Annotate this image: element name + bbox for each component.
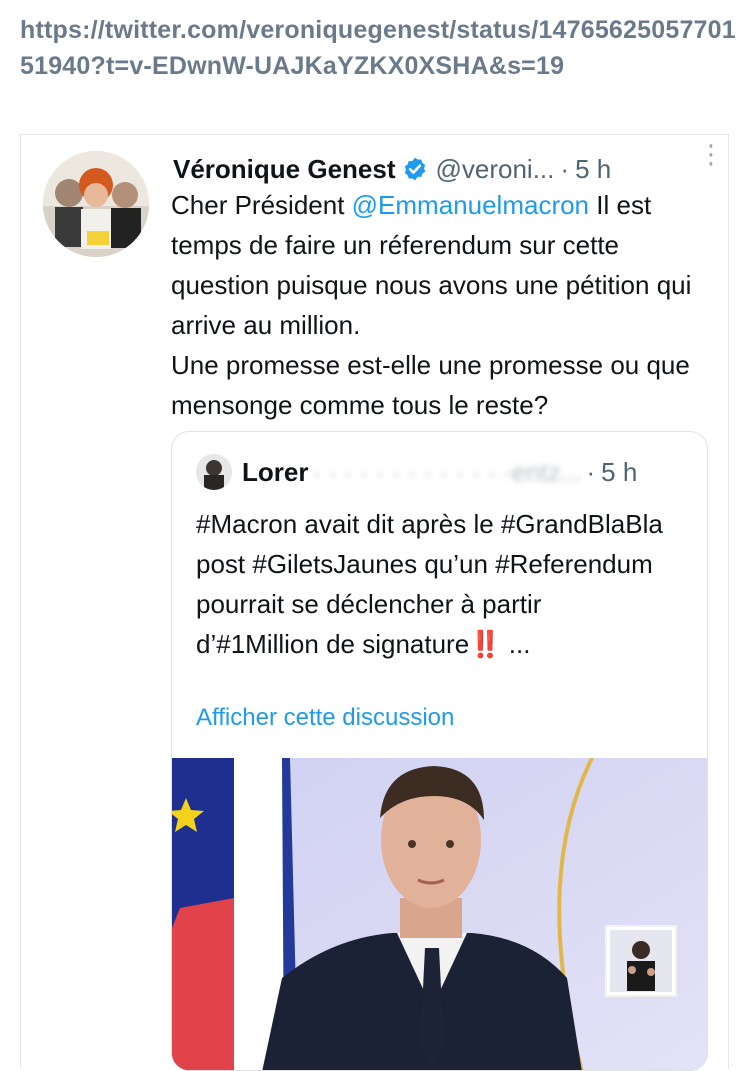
tweet-text: Cher Président @Emmanuelmacron Il est te…: [171, 185, 716, 425]
quoted-tweet-text: #Macron avait dit après le #GrandBlaBla …: [196, 509, 663, 659]
more-vertical-icon[interactable]: ⋮: [698, 141, 724, 167]
mention-link[interactable]: @Emmanuelmacron: [352, 190, 589, 220]
quoted-tweet-header: Lorer · · · · · · · · · · · · ·entz... ·…: [196, 452, 696, 492]
quoted-separator-dot: ·: [586, 456, 596, 487]
tweet-text-part3: Une promesse est-elle une promesse ou qu…: [171, 350, 690, 420]
author-handle[interactable]: @veroni...: [436, 154, 555, 185]
author-avatar[interactable]: [43, 151, 149, 257]
tweet-card[interactable]: Véronique Genest @veroni... · 5 h ⋮ Cher…: [20, 134, 729, 1071]
quoted-author-avatar[interactable]: [196, 454, 232, 490]
show-thread-link[interactable]: Afficher cette discussion: [196, 704, 454, 732]
quoted-tweet[interactable]: Lorer · · · · · · · · · · · · ·entz... ·…: [171, 431, 708, 1071]
video-thumbnail[interactable]: [172, 758, 707, 1070]
quoted-author-name[interactable]: Lorer: [242, 457, 308, 488]
tweet-text-part1: Cher Président: [171, 190, 352, 220]
author-name[interactable]: Véronique Genest: [173, 154, 396, 185]
tweet-time[interactable]: 5 h: [575, 154, 611, 185]
tweet-header: Véronique Genest @veroni... · 5 h: [173, 149, 713, 189]
quoted-tweet-time[interactable]: 5 h: [601, 457, 637, 488]
separator-dot: ·: [560, 153, 570, 184]
quoted-author-name-blurred: · · · · · · · · · · · · ·entz...: [312, 456, 583, 487]
page-url[interactable]: https://twitter.com/veroniquegenest/stat…: [20, 12, 736, 84]
verified-badge-icon: [404, 157, 425, 181]
